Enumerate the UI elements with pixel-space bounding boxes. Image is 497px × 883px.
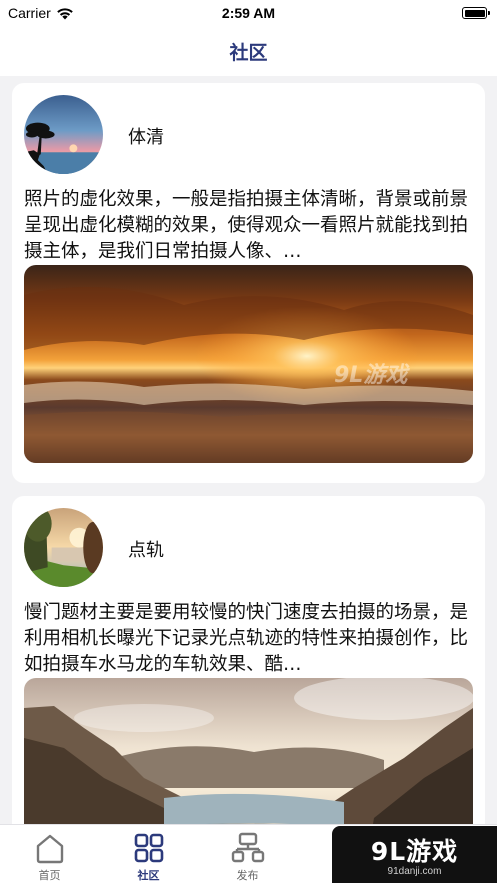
post-card[interactable]: 点轨 慢门题材主要是要用较慢的快门速度去拍摄的场景，是利用相机长曝光下记录光点轨… <box>12 496 485 824</box>
post-excerpt[interactable]: 照片的虚化效果，一般是指拍摄主体清晰，背景或前景呈现出虚化模糊的效果，使得观众一… <box>24 187 473 265</box>
post-image[interactable] <box>24 678 473 824</box>
photo-watermark: 9L游戏 <box>334 363 408 388</box>
post-feed[interactable]: 体清 照片的虚化效果，一般是指拍摄主体清晰，背景或前景呈现出虚化模糊的效果，使得… <box>0 76 497 824</box>
carrier-label: Carrier <box>8 5 51 21</box>
mountain-lake-photo <box>24 678 473 824</box>
tab-home-label: 首页 <box>38 869 61 882</box>
watermark-logo: 9L游戏 <box>370 837 459 866</box>
status-time: 2:59 AM <box>221 5 276 21</box>
publish-icon <box>231 832 264 863</box>
site-watermark: 9L游戏 91danji.com <box>332 826 497 883</box>
status-bar: Carrier 2:59 AM <box>0 0 497 26</box>
post-image[interactable]: 9L游戏 <box>24 265 473 463</box>
page-title: 社区 <box>229 41 268 64</box>
avatar[interactable] <box>24 508 103 587</box>
home-icon <box>36 834 63 864</box>
wifi-icon <box>56 7 73 19</box>
post-author[interactable]: 体清 <box>128 123 164 149</box>
post-excerpt[interactable]: 慢门题材主要是要用较慢的快门速度去拍摄的场景，是利用相机长曝光下记录光点轨迹的特… <box>24 600 473 678</box>
nav-bar: 社区 <box>0 26 497 76</box>
status-left: Carrier <box>8 5 74 21</box>
tab-community[interactable]: 社区 <box>99 825 198 883</box>
tab-publish-label: 发布 <box>236 869 259 882</box>
post-author[interactable]: 点轨 <box>128 536 164 562</box>
riverside-trees-avatar <box>24 508 103 587</box>
grid-icon <box>134 833 163 863</box>
tree-silhouette-avatar <box>24 95 103 174</box>
battery-icon <box>462 7 490 19</box>
tab-community-label: 社区 <box>137 869 160 882</box>
avatar[interactable] <box>24 95 103 174</box>
tab-publish[interactable]: 发布 <box>198 825 297 883</box>
watermark-url: 91danji.com <box>387 866 442 877</box>
tab-home[interactable]: 首页 <box>0 825 99 883</box>
battery-fill <box>464 9 485 17</box>
post-card[interactable]: 体清 照片的虚化效果，一般是指拍摄主体清晰，背景或前景呈现出虚化模糊的效果，使得… <box>12 83 485 483</box>
